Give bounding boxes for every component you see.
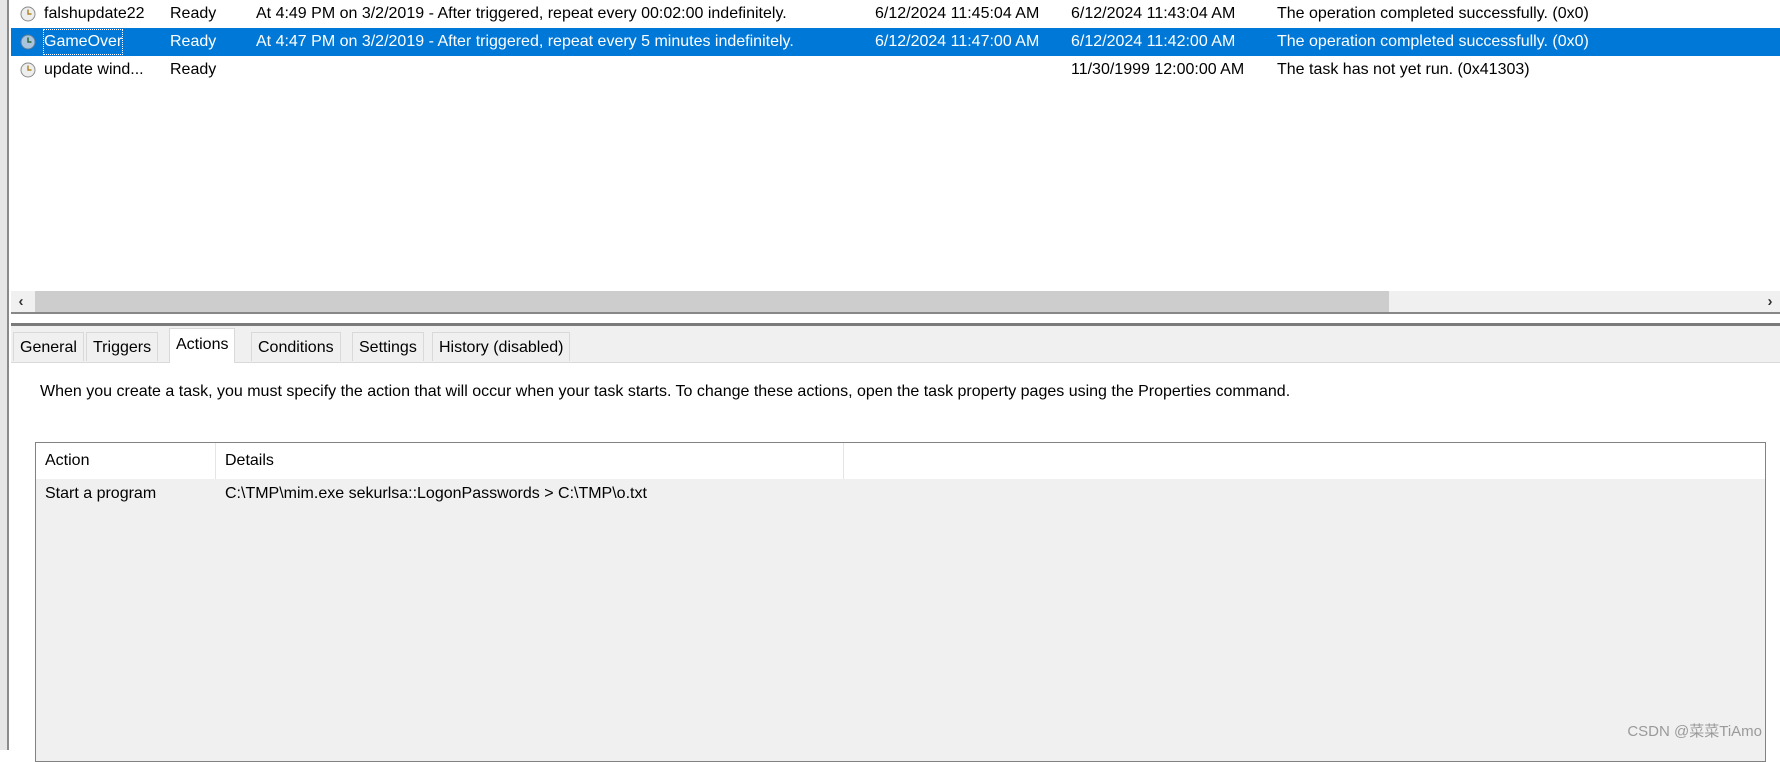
- task-list[interactable]: falshupdate22 Ready At 4:49 PM on 3/2/20…: [11, 0, 1780, 290]
- scroll-right-icon[interactable]: ›: [1760, 291, 1780, 312]
- tab-history[interactable]: History (disabled): [432, 332, 571, 361]
- task-status: Ready: [170, 5, 217, 22]
- clock-icon: [20, 62, 36, 78]
- task-next-run: 6/12/2024 11:47:00 AM: [875, 33, 1040, 50]
- task-trigger: At 4:49 PM on 3/2/2019 - After triggered…: [256, 5, 787, 22]
- task-name: falshupdate22: [44, 5, 145, 22]
- task-next-run: 6/12/2024 11:45:04 AM: [875, 5, 1040, 22]
- tab-strip: General Triggers Actions Conditions Sett…: [11, 326, 1780, 363]
- task-result: The task has not yet run. (0x41303): [1277, 61, 1530, 78]
- tab-triggers[interactable]: Triggers: [86, 332, 159, 361]
- divider: [11, 312, 1780, 314]
- tab-actions[interactable]: Actions: [169, 328, 236, 363]
- actions-description: When you create a task, you must specify…: [40, 383, 1291, 400]
- horizontal-scrollbar[interactable]: ‹ ›: [11, 291, 1780, 312]
- actions-table[interactable]: Action Details Start a program C:\TMP\mi…: [35, 442, 1766, 762]
- scroll-left-icon[interactable]: ‹: [11, 291, 31, 312]
- task-name: GameOver: [42, 28, 124, 56]
- task-last-run: 11/30/1999 12:00:00 AM: [1071, 61, 1245, 78]
- action-details: C:\TMP\mim.exe sekurlsa::LogonPasswords …: [225, 485, 647, 502]
- task-status: Ready: [170, 33, 217, 50]
- watermark: CSDN @菜菜TiAmo: [1627, 723, 1762, 740]
- tab-general[interactable]: General: [13, 332, 84, 361]
- tab-conditions[interactable]: Conditions: [251, 332, 341, 361]
- task-last-run: 6/12/2024 11:42:00 AM: [1071, 33, 1236, 50]
- task-last-run: 6/12/2024 11:43:04 AM: [1071, 5, 1236, 22]
- scrollbar-thumb[interactable]: [35, 291, 1389, 312]
- task-result: The operation completed successfully. (0…: [1277, 33, 1589, 50]
- task-row[interactable]: update wind... Ready 11/30/1999 12:00:00…: [11, 56, 1780, 84]
- task-status: Ready: [170, 61, 217, 78]
- left-border: [0, 0, 9, 750]
- column-header-action[interactable]: Action: [36, 443, 216, 479]
- task-trigger: At 4:47 PM on 3/2/2019 - After triggered…: [256, 33, 794, 50]
- actions-table-header: Action Details: [36, 443, 1765, 479]
- tab-settings[interactable]: Settings: [352, 332, 424, 361]
- task-row[interactable]: falshupdate22 Ready At 4:49 PM on 3/2/20…: [11, 0, 1780, 28]
- clock-icon: [20, 6, 36, 22]
- column-header-details[interactable]: Details: [216, 443, 844, 479]
- task-row-selected[interactable]: GameOver Ready At 4:47 PM on 3/2/2019 - …: [11, 28, 1780, 56]
- task-name: update wind...: [44, 61, 144, 78]
- action-type: Start a program: [45, 485, 157, 502]
- task-result: The operation completed successfully. (0…: [1277, 5, 1589, 22]
- action-row[interactable]: Start a program C:\TMP\mim.exe sekurlsa:…: [36, 479, 1765, 509]
- clock-icon: [20, 34, 36, 50]
